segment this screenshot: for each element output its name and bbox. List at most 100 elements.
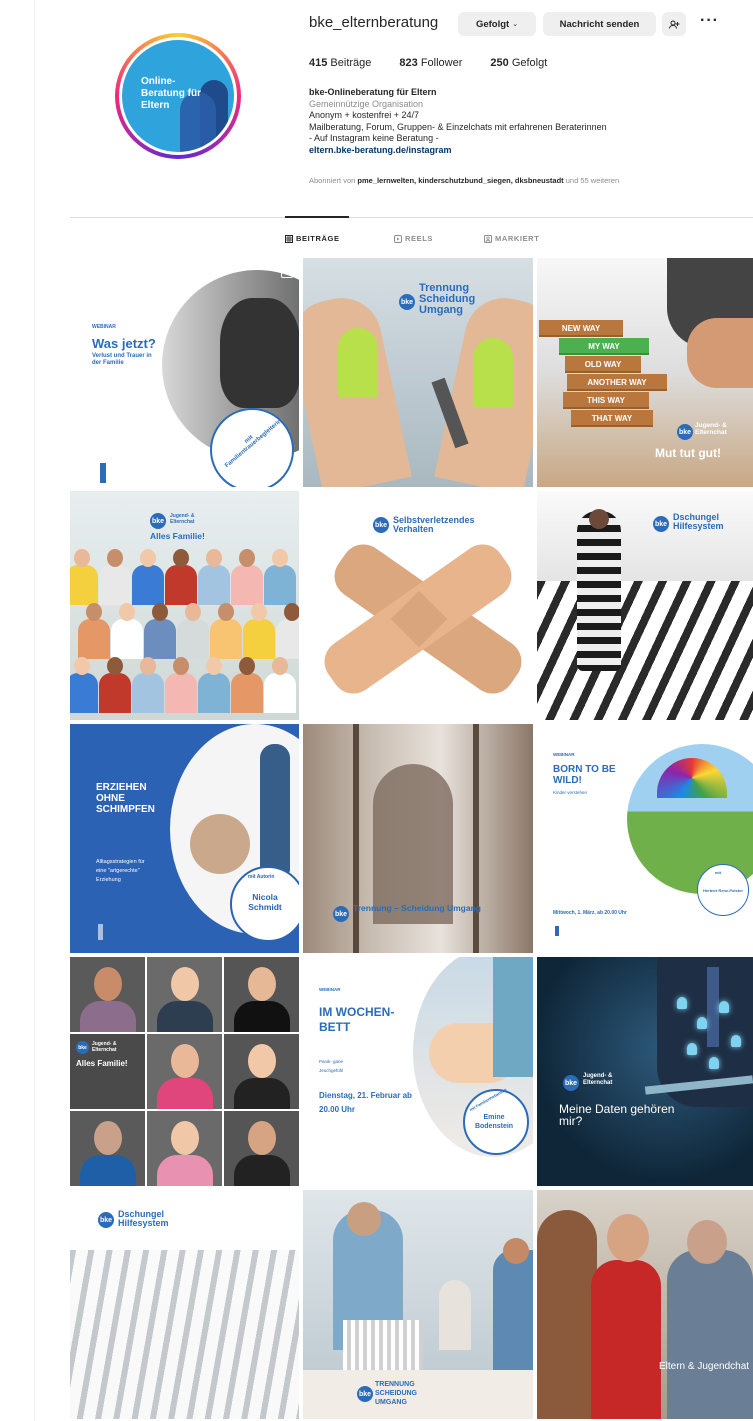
post-tile[interactable]: bke Jugend- & Elternchat Alles Familie! — [70, 957, 299, 1186]
post-title: Eltern & Jugendchat — [659, 1361, 750, 1372]
network-node-icon — [709, 1057, 719, 1069]
person-figure — [231, 565, 263, 605]
bio-line: Mailberatung, Forum, Gruppen- & Einzelch… — [309, 121, 607, 132]
tag-icon — [484, 234, 492, 243]
posts-stat[interactable]: 415 Beiträge — [309, 57, 371, 69]
post-title: Dschungel Hilfesystem — [673, 512, 724, 531]
following-button[interactable]: Gefolgt ⌄ — [458, 12, 536, 36]
network-node-icon — [719, 1001, 729, 1013]
wood-block-label: THAT WAY — [571, 410, 653, 427]
tab-active-indicator — [285, 216, 349, 218]
portrait-cell — [224, 1111, 299, 1186]
tab-posts[interactable]: BEITRÄGE — [285, 234, 340, 243]
person-figure — [86, 603, 102, 621]
person-figure — [99, 673, 131, 713]
send-message-button[interactable]: Nachricht senden — [543, 12, 656, 36]
post-tile[interactable]: bke Dschungel Hilfesystem — [70, 1190, 299, 1419]
person-figure — [132, 565, 164, 605]
person-figure — [198, 565, 230, 605]
post-caption: Mut tut gut! — [655, 446, 721, 460]
person-figure — [173, 657, 189, 675]
person-figure — [132, 673, 164, 713]
person-figure — [152, 603, 168, 621]
followers-stat[interactable]: 823 Follower — [399, 57, 462, 69]
network-node-icon — [687, 1043, 697, 1055]
person-figure — [119, 603, 135, 621]
tab-reels-label: REELS — [405, 234, 434, 243]
wood-block-label: OLD WAY — [565, 356, 641, 373]
person-figure — [107, 657, 123, 675]
post-tile[interactable]: NEW WAY MY WAY OLD WAY ANOTHER WAY THIS WAY T… — [537, 258, 753, 487]
chevron-down-icon: ⌄ — [512, 21, 519, 28]
tab-reels[interactable]: REELS — [394, 234, 433, 243]
bio-line: Anonym + kostenfrei + 24/7 — [309, 110, 420, 121]
post-title: Alles Familie! — [150, 531, 205, 541]
followed-by[interactable]: Abonniert von pme_lernwelten, kinderschu… — [309, 176, 619, 185]
add-user-button[interactable] — [662, 12, 686, 36]
portrait-cell — [224, 957, 299, 1032]
post-title: Meine Daten gehören mir? — [559, 1102, 675, 1128]
wood-block-label: MY WAY — [559, 338, 649, 355]
portrait-cell — [147, 957, 222, 1032]
person-figure — [74, 549, 90, 567]
network-node-icon — [677, 997, 687, 1009]
tab-tagged[interactable]: MARKIERT — [484, 234, 539, 243]
person-figure — [173, 549, 189, 567]
post-tile[interactable]: bke Jugend- & Elternchat Alles Familie! — [70, 491, 299, 720]
post-tile[interactable]: bke Jugend- & Elternchat Meine Daten geh… — [537, 957, 753, 1186]
post-title: Alles Familie! — [76, 1059, 128, 1068]
person-figure — [140, 549, 156, 567]
add-user-icon — [668, 20, 679, 29]
person-figure — [276, 619, 299, 659]
person-figure — [165, 565, 197, 605]
profile-avatar[interactable]: Online-Beratung für Eltern — [115, 33, 241, 159]
post-tile[interactable]: bke Trennung – Scheidung Umgang — [303, 724, 533, 953]
portrait-cell — [147, 1111, 222, 1186]
post-tile[interactable]: ERZIEHEN OHNE SCHIMPFEN Alltagsstrategie… — [70, 724, 299, 953]
network-node-icon — [697, 1017, 707, 1029]
profile-stats: 415 Beiträge 823 Follower 250 Gefolgt — [309, 57, 547, 69]
post-title: Dschungel Hilfesystem — [118, 1209, 169, 1228]
person-figure — [243, 619, 275, 659]
portrait-cell — [224, 1034, 299, 1109]
person-figure — [177, 619, 209, 659]
tab-posts-label: BEITRÄGE — [296, 234, 340, 243]
following-stat[interactable]: 250 Gefolgt — [490, 57, 547, 69]
person-figure — [99, 565, 131, 605]
person-figure — [218, 603, 234, 621]
person-figure — [70, 565, 98, 605]
post-title: Was jetzt? — [92, 336, 156, 351]
person-figure — [144, 619, 176, 659]
bio-link[interactable]: eltern.bke-beratung.de/instagram — [309, 145, 729, 157]
person-figure — [111, 619, 143, 659]
post-tile[interactable]: bke TRENNUNG SCHEIDUNG UMGANG — [303, 1190, 533, 1419]
wood-block-label: THIS WAY — [563, 392, 649, 409]
person-figure — [264, 673, 296, 713]
person-figure — [251, 603, 267, 621]
tab-tagged-label: MARKIERT — [495, 234, 540, 243]
person-figure — [284, 603, 299, 621]
post-title: TRENNUNG SCHEIDUNG UMGANG — [375, 1381, 418, 1406]
window-edge — [34, 0, 35, 1421]
profile-username: bke_elternberatung — [309, 14, 439, 31]
wood-block-label: NEW WAY — [539, 320, 623, 337]
post-tile[interactable]: WEBINAR BORN TO BE WILD! Kinder verstehe… — [537, 724, 753, 953]
post-tile[interactable]: WEBINAR IM WOCHEN-BETT Panik- gane Jeuch… — [303, 957, 533, 1186]
bio-line: - Auf Instagram keine Beratung - — [309, 133, 439, 144]
post-tile[interactable]: bke Dschungel Hilfesystem — [537, 491, 753, 720]
post-tile[interactable]: bke Selbstverletzendes Verhalten — [303, 491, 533, 720]
post-tile[interactable]: WEBINAR Was jetzt? Verlust und Trauer in… — [70, 258, 299, 487]
post-tile[interactable]: Eltern & Jugendchat — [537, 1190, 753, 1419]
person-figure — [185, 603, 201, 621]
post-title: BORN TO BE WILD! — [553, 764, 616, 786]
profile-bio: bke-Onlineberatung für Eltern Gemeinnütz… — [309, 87, 729, 157]
post-title: Selbstverletzendes Verhalten — [393, 515, 475, 534]
person-figure — [206, 657, 222, 675]
person-figure — [239, 549, 255, 567]
multi-post-icon — [281, 266, 293, 278]
person-figure — [264, 565, 296, 605]
more-options-icon[interactable]: ··· — [700, 12, 719, 30]
person-figure — [70, 673, 98, 713]
avatar-text: Online-Beratung für Eltern — [141, 76, 201, 111]
post-tile[interactable]: bke Trennung Scheidung Umgang — [303, 258, 533, 487]
